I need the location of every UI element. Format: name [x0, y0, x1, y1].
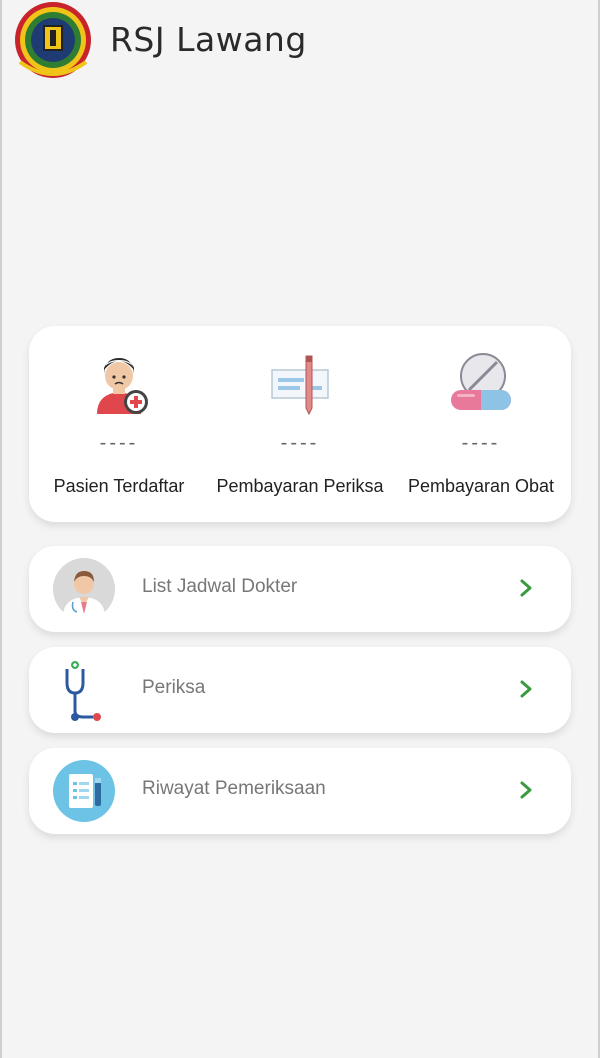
- stat-label: Pasien Terdaftar: [53, 476, 185, 496]
- hospital-emblem-icon: [15, 2, 91, 78]
- patient-add-icon: [97, 358, 148, 414]
- doctor-avatar-icon: [53, 558, 115, 620]
- stat-registered-patients[interactable]: ---- Pasien Terdaftar: [29, 326, 209, 522]
- pill-icon: [451, 353, 511, 410]
- menu-label: List Jadwal Dokter: [142, 576, 298, 597]
- menu-item-doctor-schedule[interactable]: List Jadwal Dokter: [29, 546, 571, 632]
- menu-label: Riwayat Pemeriksaan: [142, 778, 326, 799]
- stat-exam-payment[interactable]: ---- Pembayaran Periksa: [210, 326, 390, 522]
- stat-label: Pembayaran Periksa: [216, 476, 384, 496]
- app-title: RSJ Lawang: [110, 20, 307, 59]
- stats-card: ---- Pasien Terdaftar ---- Pembayaran Pe…: [29, 326, 571, 522]
- frame-border-left: [0, 0, 2, 1058]
- chevron-right-icon: [520, 579, 532, 597]
- menu-label: Periksa: [142, 677, 206, 698]
- medical-record-icon: [53, 760, 115, 822]
- stat-value: ----: [461, 432, 501, 454]
- app-header: RSJ Lawang: [0, 0, 600, 88]
- stethoscope-icon: [65, 661, 101, 721]
- chevron-right-icon: [520, 781, 532, 799]
- menu-item-examine[interactable]: Periksa: [29, 647, 571, 733]
- stat-medicine-payment[interactable]: ---- Pembayaran Obat: [391, 326, 571, 522]
- chevron-right-icon: [520, 680, 532, 698]
- stat-value: ----: [99, 432, 139, 454]
- stat-label: Pembayaran Obat: [407, 476, 555, 496]
- check-payment-icon: [271, 355, 329, 416]
- stat-value: ----: [280, 432, 320, 454]
- menu-item-exam-history[interactable]: Riwayat Pemeriksaan: [29, 748, 571, 834]
